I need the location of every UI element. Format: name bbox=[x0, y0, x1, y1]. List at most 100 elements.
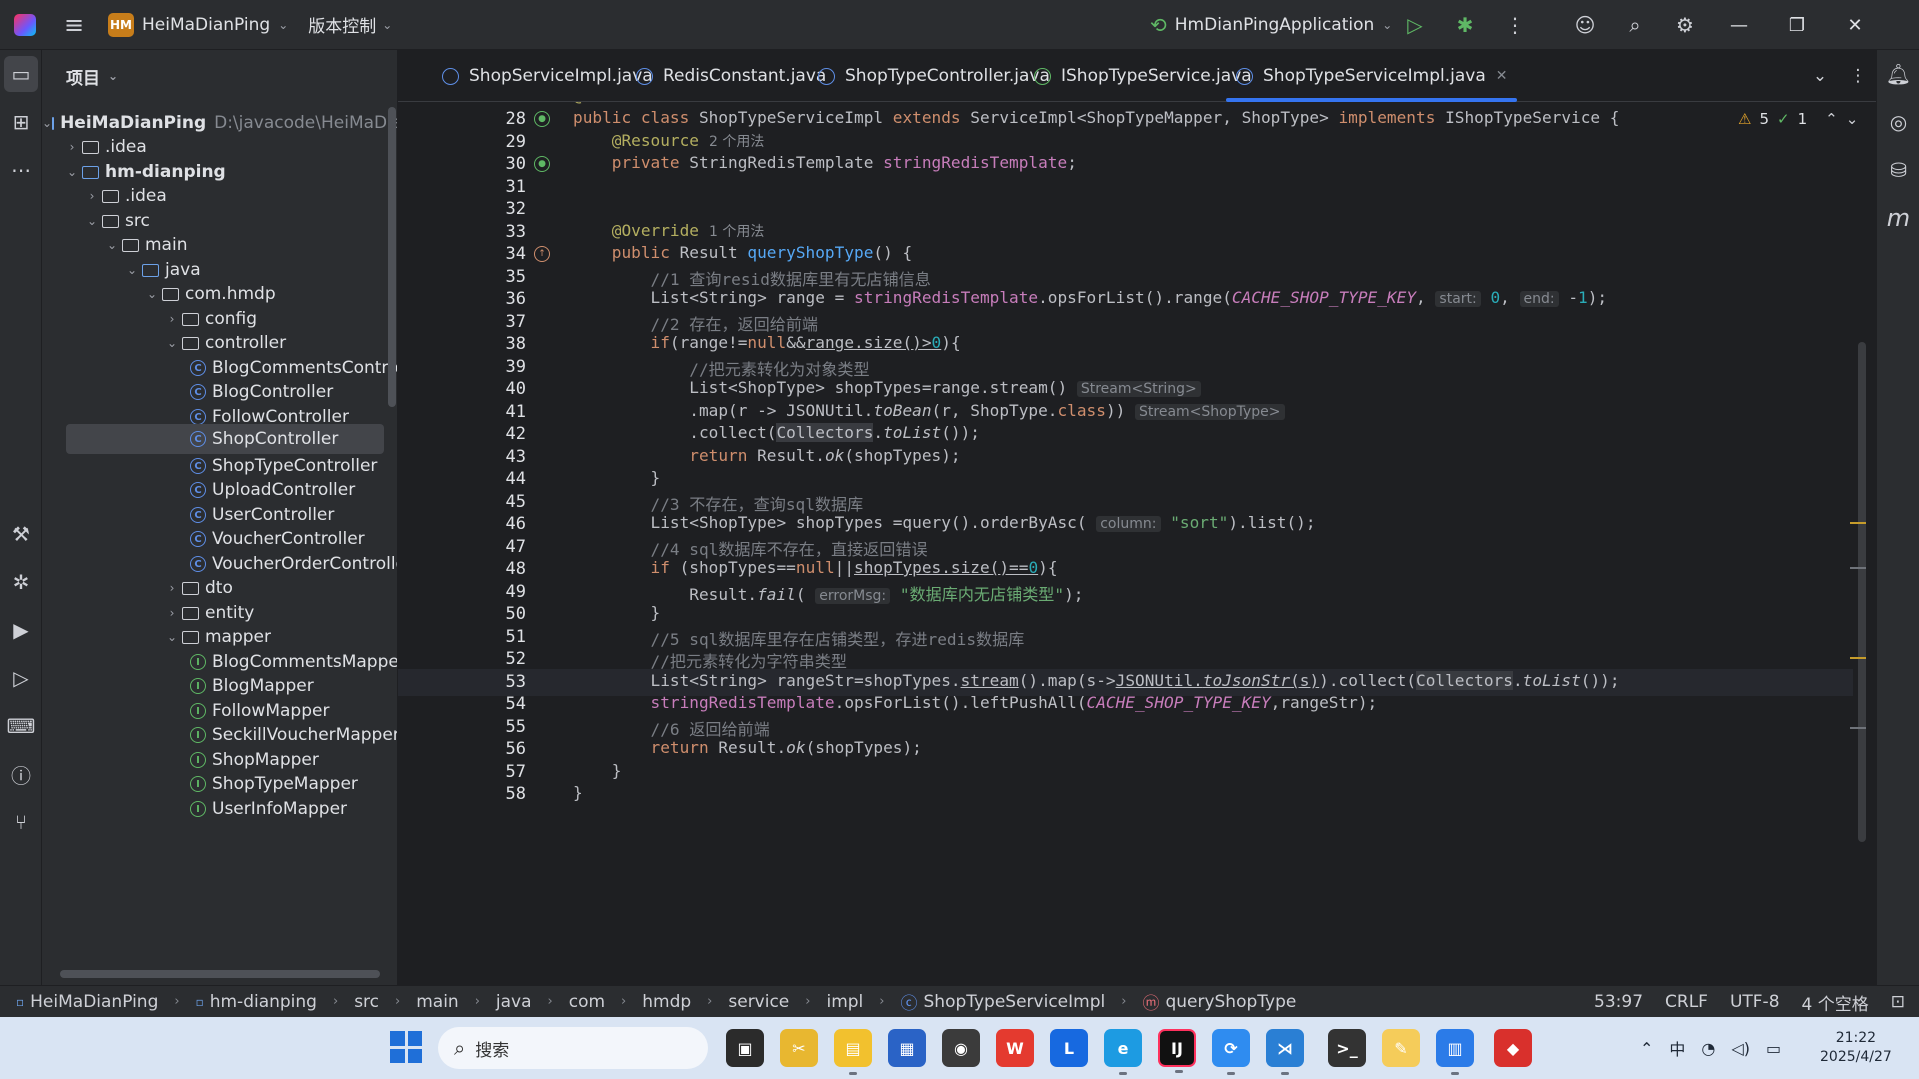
breadcrumb-item[interactable]: hm-dianping bbox=[210, 992, 317, 1012]
feishu-icon[interactable]: ⟳ bbox=[1212, 1029, 1250, 1075]
tab-ishoptypeservice[interactable]: IShopTypeService.java bbox=[1034, 50, 1252, 102]
snipping-tool-icon[interactable]: ✂ bbox=[780, 1029, 818, 1067]
intellij-idea-icon[interactable]: IJ bbox=[1158, 1029, 1196, 1073]
settings-gear-icon[interactable]: ⚙ bbox=[1660, 0, 1710, 50]
line-separator[interactable]: CRLF bbox=[1665, 992, 1708, 1012]
type-hint: Stream<ShopType> bbox=[1135, 404, 1285, 420]
project-panel-header[interactable]: 项目 ⌄ bbox=[42, 50, 397, 102]
notepad-icon[interactable]: ▥ bbox=[1436, 1029, 1474, 1075]
minimize-button[interactable]: — bbox=[1710, 0, 1768, 50]
tree-item[interactable]: I UserInfoMapper bbox=[190, 794, 347, 824]
wps-office-icon[interactable]: W bbox=[996, 1029, 1034, 1067]
collapse-arrow-icon: › bbox=[89, 189, 95, 203]
run-icon[interactable]: ▷ bbox=[1390, 0, 1440, 50]
restore-button[interactable]: ❐ bbox=[1768, 0, 1826, 50]
tree-item-selected[interactable]: C ShopController bbox=[66, 424, 384, 454]
breadcrumb-item[interactable]: hmdp bbox=[642, 992, 691, 1012]
scroll-marker[interactable] bbox=[1850, 727, 1866, 729]
search-icon[interactable]: ⌕ bbox=[1610, 0, 1660, 50]
chat-app-icon[interactable]: ◉ bbox=[942, 1029, 980, 1067]
usage-hint[interactable]: 1 个用法 bbox=[709, 224, 764, 240]
git-branch-icon[interactable]: ⑂ bbox=[0, 798, 42, 846]
code-line: public Result queryShopType() { bbox=[611, 243, 913, 262]
taskbar-search-box[interactable]: ⌕ 搜索 bbox=[438, 1027, 708, 1069]
caret-position[interactable]: 53:97 bbox=[1594, 992, 1643, 1012]
services-icon[interactable]: ▶ bbox=[0, 606, 42, 654]
notifications-bell-icon[interactable]: 🔔︎ bbox=[1877, 50, 1919, 98]
breadcrumb-item[interactable]: main bbox=[416, 992, 458, 1012]
inspection-widget[interactable]: ⚠ 5 ✓ 1 ⌃ ⌄ bbox=[1738, 110, 1858, 128]
project-switcher[interactable]: HM HeiMaDianPing ⌄ bbox=[98, 7, 298, 43]
file-encoding[interactable]: UTF-8 bbox=[1730, 992, 1780, 1012]
bean-gutter-icon[interactable]: ● bbox=[534, 111, 550, 127]
debug-icon[interactable]: ✱ bbox=[1440, 0, 1490, 50]
run-tool-icon[interactable]: ▷ bbox=[0, 654, 42, 702]
line-number: 49 bbox=[505, 582, 526, 602]
add-user-icon[interactable]: ☺ bbox=[1560, 0, 1610, 50]
breadcrumb-item[interactable]: java bbox=[496, 992, 532, 1012]
breadcrumb-item[interactable]: ShopTypeServiceImpl bbox=[924, 992, 1106, 1012]
breadcrumb-item[interactable]: queryShopType bbox=[1165, 992, 1296, 1012]
scroll-marker[interactable] bbox=[1850, 567, 1866, 569]
taskbar-clock[interactable]: 21:22 2025/4/27 bbox=[1820, 1029, 1892, 1067]
terminal-app-icon[interactable]: >_ bbox=[1328, 1029, 1366, 1067]
editor-vertical-scrollbar[interactable] bbox=[1858, 342, 1866, 842]
indent-setting[interactable]: 4 个空格 bbox=[1802, 990, 1869, 1015]
lark-app-icon[interactable]: L bbox=[1050, 1029, 1088, 1067]
project-vertical-scrollbar[interactable] bbox=[388, 107, 396, 407]
tab-menu-icon[interactable]: ⋮ bbox=[1840, 50, 1876, 102]
next-highlight-icon[interactable]: ⌄ bbox=[1846, 110, 1859, 128]
main-menu-icon[interactable]: ≡ bbox=[50, 0, 98, 50]
close-window-button[interactable]: ✕ bbox=[1826, 0, 1884, 50]
bean-gutter-icon[interactable]: ● bbox=[534, 156, 550, 172]
problems-icon[interactable]: ⓘ bbox=[0, 750, 42, 798]
file-explorer-icon[interactable]: ▤ bbox=[834, 1029, 872, 1075]
breadcrumb-item[interactable]: impl bbox=[826, 992, 863, 1012]
usage-hint[interactable]: 2 个用法 bbox=[709, 134, 764, 150]
run-config-selector[interactable]: ⟲ HmDianPingApplication ⌄ bbox=[1150, 0, 1392, 50]
build-hammer-icon[interactable]: ⚒ bbox=[0, 510, 42, 558]
terminal-icon[interactable]: ⌨ bbox=[0, 702, 42, 750]
warning-marker[interactable] bbox=[1850, 657, 1866, 659]
vscode-icon[interactable]: ⋊ bbox=[1266, 1029, 1304, 1075]
redis-client-icon[interactable]: ◆ bbox=[1494, 1029, 1532, 1067]
line-number: 33 bbox=[505, 222, 526, 242]
breadcrumb-item[interactable]: src bbox=[354, 992, 379, 1012]
maven-icon[interactable]: m bbox=[1877, 194, 1919, 242]
windows-start-button[interactable] bbox=[390, 1031, 422, 1063]
database-icon[interactable]: ⛁ bbox=[1877, 146, 1919, 194]
tab-redisconstant[interactable]: RedisConstant.java bbox=[636, 50, 826, 102]
tab-shoptypecontroller[interactable]: ShopTypeController.java bbox=[818, 50, 1050, 102]
lock-icon[interactable]: ⊡ bbox=[1891, 992, 1905, 1012]
vcs-switcher[interactable]: 版本控制 ⌄ bbox=[298, 12, 402, 37]
tab-shoptypeserviceimpl[interactable]: ShopTypeServiceImpl.java ✕ bbox=[1225, 50, 1518, 102]
microsoft-store-icon[interactable]: ▦ bbox=[888, 1029, 926, 1067]
tab-shopserviceimpl[interactable]: ShopServiceImpl.java bbox=[442, 50, 653, 102]
notes-app-icon[interactable]: ✎ bbox=[1382, 1029, 1420, 1067]
prev-highlight-icon[interactable]: ⌃ bbox=[1825, 110, 1838, 128]
ai-assistant-icon[interactable]: ◎ bbox=[1877, 98, 1919, 146]
collapse-arrow-icon: › bbox=[69, 140, 75, 154]
breadcrumb-item[interactable]: com bbox=[569, 992, 605, 1012]
warning-marker[interactable] bbox=[1850, 522, 1866, 524]
edge-browser-icon[interactable]: e bbox=[1104, 1029, 1142, 1075]
more-tools-icon[interactable]: ⋯ bbox=[0, 146, 42, 194]
ime-indicator[interactable]: 中 bbox=[1669, 1036, 1685, 1060]
debug-bug-icon[interactable]: ✲ bbox=[0, 558, 42, 606]
task-view-icon[interactable]: ▣ bbox=[726, 1029, 764, 1067]
folder-icon bbox=[82, 140, 99, 154]
breadcrumb-item[interactable]: service bbox=[728, 992, 789, 1012]
breadcrumb-item[interactable]: HeiMaDianPing bbox=[30, 992, 158, 1012]
volume-icon[interactable]: ◁) bbox=[1731, 1039, 1750, 1058]
project-horizontal-scrollbar[interactable] bbox=[60, 970, 380, 978]
structure-icon[interactable]: ⊞ bbox=[0, 98, 42, 146]
code-editor[interactable]: ⚠ 5 ✓ 1 ⌃ ⌄ 27 28 29 30 31 32 33 34 35 3… bbox=[398, 102, 1876, 985]
project-folder-icon[interactable]: ▭ bbox=[4, 56, 38, 92]
override-gutter-icon[interactable]: ↑ bbox=[534, 246, 550, 262]
wifi-icon[interactable]: ◔ bbox=[1701, 1039, 1715, 1058]
battery-icon[interactable]: ▭ bbox=[1766, 1039, 1781, 1058]
close-tab-icon[interactable]: ✕ bbox=[1496, 68, 1508, 84]
tray-expand-chevron-icon[interactable]: ⌃ bbox=[1640, 1039, 1653, 1058]
tab-list-chevron-icon[interactable]: ⌄ bbox=[1800, 50, 1840, 102]
more-actions-icon[interactable]: ⋮ bbox=[1490, 0, 1540, 50]
